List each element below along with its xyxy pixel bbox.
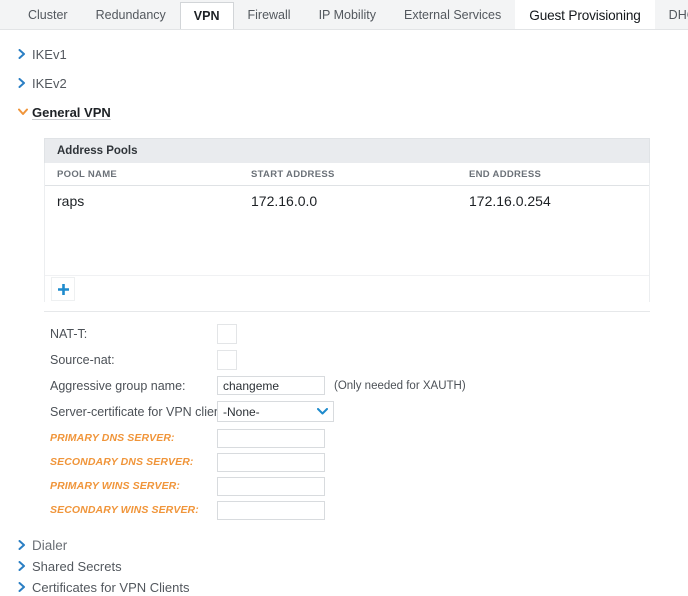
field-primary-wins: PRIMARY WINS SERVER:: [50, 474, 688, 498]
tab-firewall[interactable]: Firewall: [234, 0, 305, 29]
section-header-certificates[interactable]: Certificates for VPN Clients: [0, 578, 688, 596]
nat-t-checkbox[interactable]: [217, 324, 237, 344]
aggressive-group-name-input[interactable]: [217, 376, 325, 395]
chevron-right-icon: [18, 582, 32, 592]
section-label: Dialer: [32, 538, 67, 553]
field-label: Server-certificate for VPN clients:: [50, 405, 217, 419]
field-label: NAT-T:: [50, 327, 217, 341]
field-secondary-wins: SECONDARY WINS SERVER:: [50, 498, 688, 522]
field-label: SECONDARY WINS SERVER:: [50, 504, 217, 516]
tab-label: Cluster: [28, 8, 68, 22]
select-value: -None-: [223, 405, 260, 419]
section-divider: [44, 311, 650, 312]
server-certificate-select[interactable]: -None-: [217, 401, 334, 422]
field-label: PRIMARY DNS SERVER:: [50, 432, 217, 444]
chevron-down-icon: [317, 408, 328, 415]
address-pools-grid: POOL NAME START ADDRESS END ADDRESS raps…: [44, 163, 650, 302]
tab-bar: Cluster Redundancy VPN Firewall IP Mobil…: [0, 0, 688, 30]
table-footer: [45, 275, 649, 302]
tab-label: Redundancy: [96, 8, 166, 22]
tab-label: Guest Provisioning: [529, 8, 640, 23]
section-header-general-vpn[interactable]: General VPN: [0, 103, 688, 121]
secondary-dns-input[interactable]: [217, 453, 325, 472]
section-header-shared-secrets[interactable]: Shared Secrets: [0, 557, 688, 575]
chevron-right-icon: [18, 49, 32, 59]
tab-vpn[interactable]: VPN: [180, 2, 234, 29]
section-label: IKEv2: [32, 76, 67, 91]
column-header-start-address: START ADDRESS: [251, 169, 469, 180]
field-label: Aggressive group name:: [50, 379, 217, 393]
field-nat-t: NAT-T:: [50, 322, 688, 345]
field-label: SECONDARY DNS SERVER:: [50, 456, 217, 468]
add-address-pool-button[interactable]: [51, 277, 75, 301]
tab-label: VPN: [194, 9, 220, 23]
field-server-certificate: Server-certificate for VPN clients: -Non…: [50, 400, 688, 423]
section-label: General VPN: [32, 105, 111, 120]
field-secondary-dns: SECONDARY DNS SERVER:: [50, 450, 688, 474]
chevron-right-icon: [18, 78, 32, 88]
tab-label: DHCP Server: [669, 8, 688, 22]
section-header-ikev2[interactable]: IKEv2: [0, 74, 688, 92]
tab-label: External Services: [404, 8, 501, 22]
table-row[interactable]: raps 172.16.0.0 172.16.0.254: [45, 186, 649, 216]
tab-guest-provisioning[interactable]: Guest Provisioning: [515, 0, 654, 29]
field-label: PRIMARY WINS SERVER:: [50, 480, 217, 492]
chevron-right-icon: [18, 561, 32, 571]
field-aggressive-group-name: Aggressive group name: (Only needed for …: [50, 374, 688, 397]
cell-pool-name: raps: [45, 193, 251, 209]
secondary-wins-input[interactable]: [217, 501, 325, 520]
address-pools-panel: Address Pools POOL NAME START ADDRESS EN…: [44, 138, 650, 302]
chevron-down-icon: [18, 108, 32, 116]
field-primary-dns: PRIMARY DNS SERVER:: [50, 426, 688, 450]
section-label: IKEv1: [32, 47, 67, 62]
field-label: Source-nat:: [50, 353, 217, 367]
tab-label: IP Mobility: [319, 8, 376, 22]
source-nat-checkbox[interactable]: [217, 350, 237, 370]
field-source-nat: Source-nat:: [50, 348, 688, 371]
primary-dns-input[interactable]: [217, 429, 325, 448]
address-pools-title: Address Pools: [44, 138, 650, 163]
section-label: Certificates for VPN Clients: [32, 580, 190, 595]
primary-wins-input[interactable]: [217, 477, 325, 496]
tab-redundancy[interactable]: Redundancy: [82, 0, 180, 29]
section-label: Shared Secrets: [32, 559, 122, 574]
general-vpn-form: NAT-T: Source-nat: Aggressive group name…: [50, 322, 688, 522]
tab-ip-mobility[interactable]: IP Mobility: [305, 0, 390, 29]
aggressive-group-name-hint: (Only needed for XAUTH): [334, 380, 466, 392]
plus-icon: [57, 283, 70, 296]
tab-label: Firewall: [248, 8, 291, 22]
cell-end-address: 172.16.0.254: [469, 193, 649, 209]
cell-start-address: 172.16.0.0: [251, 193, 469, 209]
section-header-ikev1[interactable]: IKEv1: [0, 45, 688, 63]
column-header-pool-name: POOL NAME: [45, 169, 251, 180]
column-header-end-address: END ADDRESS: [469, 169, 649, 180]
tab-external-services[interactable]: External Services: [390, 0, 515, 29]
table-header-row: POOL NAME START ADDRESS END ADDRESS: [45, 163, 649, 186]
tab-cluster[interactable]: Cluster: [14, 0, 82, 29]
tab-dhcp-server[interactable]: DHCP Server: [655, 0, 688, 29]
table-body: raps 172.16.0.0 172.16.0.254: [45, 186, 649, 275]
chevron-right-icon: [18, 540, 32, 550]
